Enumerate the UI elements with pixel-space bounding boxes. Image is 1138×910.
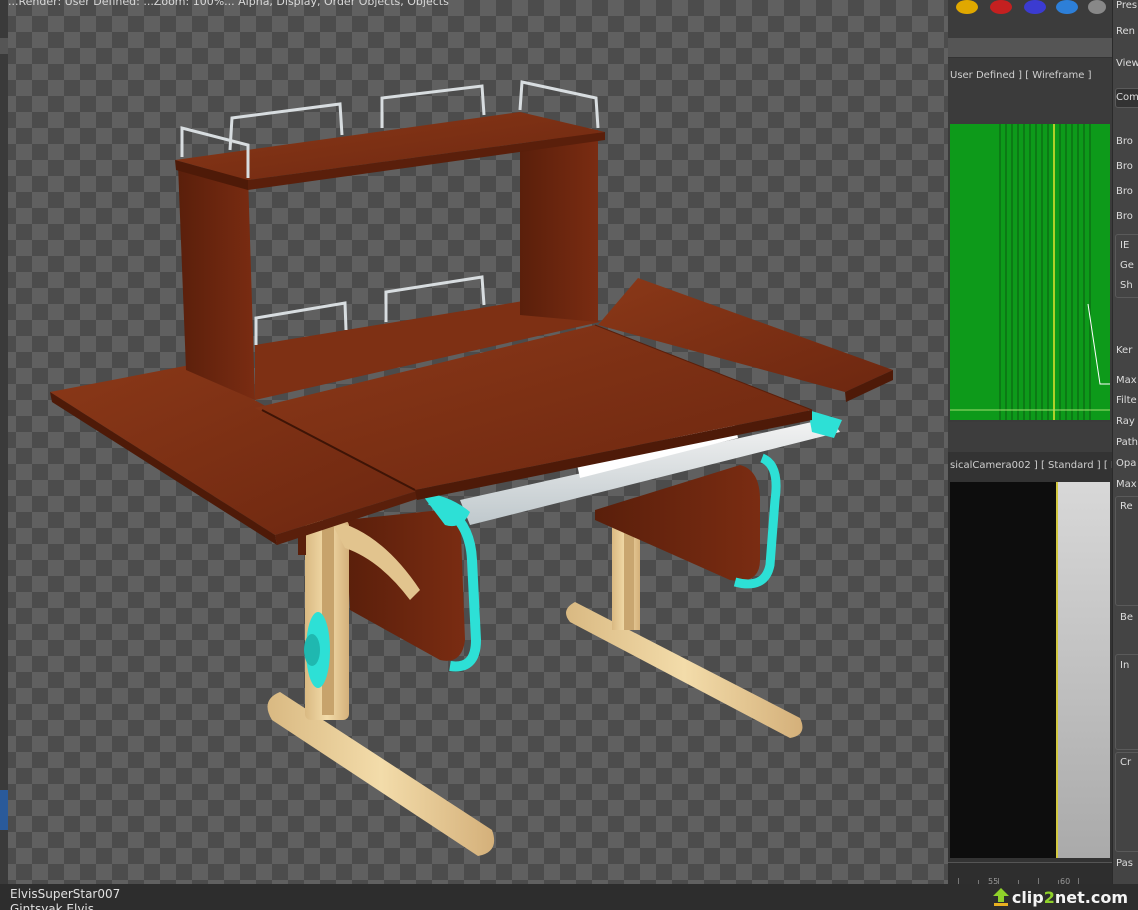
panel-tab-label[interactable]: Com [1116, 92, 1138, 103]
rendered-desk-image [50, 80, 893, 856]
viewport-separator [948, 422, 1112, 452]
clip2net-arrow-icon [992, 888, 1009, 906]
panel-label[interactable]: Bro [1116, 211, 1133, 222]
panel-label[interactable]: Opa [1116, 458, 1136, 469]
panel-label: In [1120, 660, 1130, 671]
panel-label[interactable]: Pas [1116, 858, 1133, 869]
panel-label[interactable]: Ker [1116, 345, 1132, 356]
panel-label[interactable]: Ray [1116, 416, 1135, 427]
panel-group [1115, 496, 1138, 606]
author-name: Gintsyak Elvis [10, 902, 95, 910]
teapot-icon[interactable] [956, 0, 978, 14]
panel-label: Sh [1120, 280, 1133, 291]
frame-icon[interactable] [1024, 0, 1046, 14]
render-frame-window: ...Render: User Defined: ...Zoom: 100%..… [0, 0, 948, 884]
viewport-top[interactable]: User Defined ] [ Wireframe ] [948, 58, 1112, 422]
panel-label: Ge [1120, 260, 1134, 271]
panel-label: Be [1120, 612, 1134, 623]
panel-label[interactable]: Bro [1116, 161, 1133, 172]
clip2net-watermark: clip2net.com [992, 887, 1128, 907]
panel-label[interactable]: Bro [1116, 136, 1133, 147]
panel-label[interactable]: Max [1116, 375, 1137, 386]
viewport-camera[interactable]: sicalCamera002 ] [ Standard ] [ Fa [948, 452, 1112, 862]
viewport-camera-label[interactable]: sicalCamera002 ] [ Standard ] [ Fa [950, 460, 1112, 471]
timeline-ruler[interactable]: 55 60 [948, 862, 1112, 884]
panel-label[interactable]: Pres [1116, 0, 1137, 11]
viewport-tabs[interactable] [948, 38, 1112, 58]
panel-label: IE [1120, 240, 1130, 251]
panel-label[interactable]: View [1116, 58, 1138, 69]
app-root: ...Render: User Defined: ...Zoom: 100%..… [0, 0, 1138, 910]
viewport-top-label[interactable]: User Defined ] [ Wireframe ] [950, 70, 1092, 81]
wireframe-render [950, 124, 1110, 420]
render-setup-icon[interactable] [1056, 0, 1078, 14]
panel-label: Re [1120, 501, 1133, 512]
watermark-text: clip2net.com [1011, 887, 1128, 907]
panel-label: Cr [1120, 757, 1132, 768]
author-nickname: ElvisSuperStar007 [10, 887, 121, 901]
panel-label[interactable]: Filte [1116, 395, 1137, 406]
camera-view-dark [950, 482, 1056, 858]
main-toolbar [948, 0, 1112, 38]
timeline-label-60: 60 [1060, 877, 1071, 884]
render-icon[interactable] [990, 0, 1012, 14]
timeline-label-55: 55 [988, 877, 999, 884]
max-ui-panel: User Defined ] [ Wireframe ] sicalCamera… [948, 0, 1138, 884]
panel-label[interactable]: Max [1116, 479, 1137, 490]
panel-label[interactable]: Ren [1116, 26, 1135, 37]
status-bar: ElvisSuperStar007 Gintsyak Elvis clip2ne… [0, 884, 1138, 910]
panel-label[interactable]: Bro [1116, 186, 1133, 197]
camera-view-light [1056, 482, 1110, 858]
window-icon[interactable] [1088, 0, 1106, 14]
panel-label[interactable]: Path [1116, 437, 1138, 448]
render-setup-panel: Pres Ren View Com Bro Bro Bro Bro IE Ge … [1112, 0, 1138, 884]
